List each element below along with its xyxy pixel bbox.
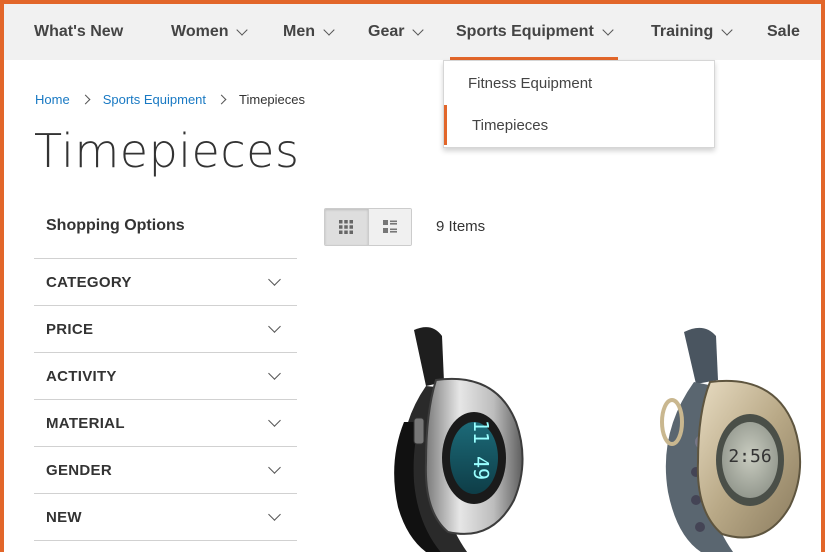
chevron-down-icon <box>268 273 281 286</box>
grid-view-button[interactable] <box>325 209 368 245</box>
dropdown-item-timepieces[interactable]: Timepieces <box>444 105 714 145</box>
chevron-right-icon <box>80 94 91 105</box>
chevron-down-icon <box>268 367 281 380</box>
chevron-right-icon <box>216 94 227 105</box>
product-image-watch-2[interactable]: 2:56 <box>644 322 821 552</box>
filter-material[interactable]: MATERIAL <box>34 400 297 447</box>
list-icon <box>382 220 397 233</box>
nav-gear[interactable]: Gear <box>368 4 425 60</box>
view-mode-switch <box>324 208 412 246</box>
watch-image: 2:56 <box>660 327 802 552</box>
watch2-time: 2:56 <box>728 446 771 467</box>
filter-activity[interactable]: ACTIVITY <box>34 353 297 400</box>
chevron-down-icon <box>721 23 733 36</box>
chevron-down-icon <box>236 23 249 36</box>
breadcrumb-sports-equipment[interactable]: Sports Equipment <box>103 92 206 107</box>
nav-men[interactable]: Men <box>283 4 335 60</box>
product-image-watch-1[interactable]: 11 49 <box>374 322 534 552</box>
chevron-down-icon <box>323 23 335 36</box>
filter-new[interactable]: NEW <box>34 494 297 541</box>
main-navigation: What's New Women Men Gear Sports Equipme… <box>4 4 821 60</box>
filter-list: CATEGORY PRICE ACTIVITY MATERIAL GENDER … <box>34 258 297 541</box>
chevron-down-icon <box>268 461 281 474</box>
grid-icon <box>339 220 354 234</box>
page-title: Timepieces <box>34 124 300 178</box>
filter-gender[interactable]: GENDER <box>34 447 297 494</box>
filter-price[interactable]: PRICE <box>34 306 297 353</box>
nav-women[interactable]: Women <box>171 4 249 60</box>
sports-equipment-dropdown: Fitness Equipment Timepieces <box>443 60 715 148</box>
chevron-down-icon <box>602 23 614 36</box>
watch1-time: 11 49 <box>469 420 493 480</box>
breadcrumb: Home Sports Equipment Timepieces <box>35 92 305 107</box>
breadcrumb-home[interactable]: Home <box>35 92 70 107</box>
item-count: 9 Items <box>436 218 486 235</box>
nav-sports-equipment[interactable]: Sports Equipment <box>450 4 618 60</box>
page-frame: What's New Women Men Gear Sports Equipme… <box>0 0 825 552</box>
breadcrumb-current: Timepieces <box>239 92 306 107</box>
nav-training[interactable]: Training <box>651 4 733 60</box>
chevron-down-icon <box>268 414 281 427</box>
nav-sale[interactable]: Sale <box>767 4 800 60</box>
filter-category[interactable]: CATEGORY <box>34 259 297 306</box>
chevron-down-icon <box>268 508 281 521</box>
shopping-options-title: Shopping Options <box>46 217 185 234</box>
list-view-button[interactable] <box>367 209 411 245</box>
dropdown-item-fitness-equipment[interactable]: Fitness Equipment <box>444 63 714 103</box>
chevron-down-icon <box>412 23 425 36</box>
chevron-down-icon <box>268 320 281 333</box>
watch-image: 11 49 <box>394 327 524 552</box>
nav-whats-new[interactable]: What's New <box>34 4 123 60</box>
